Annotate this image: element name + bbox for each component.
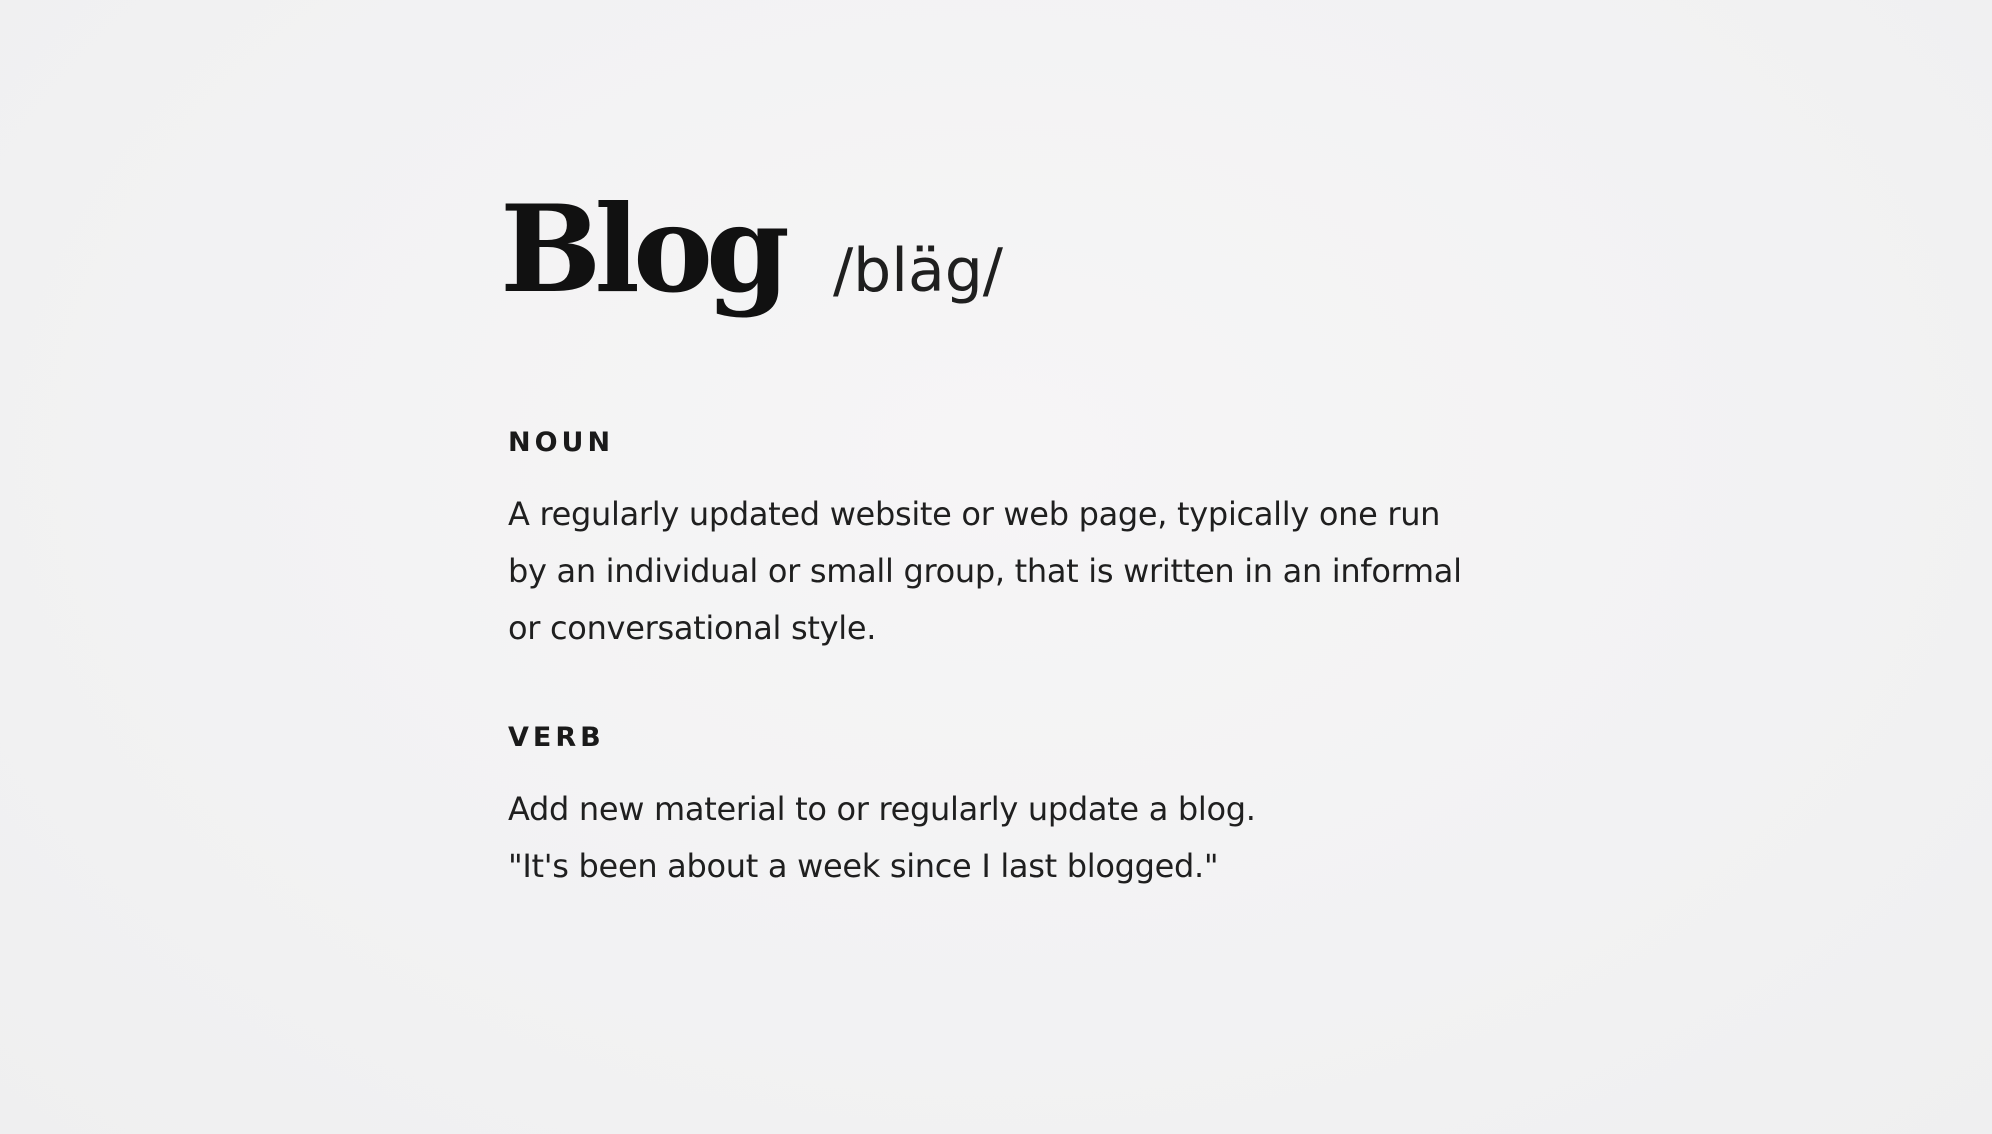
noun-definition-line: by an individual or small group, that is… <box>508 552 1462 590</box>
verb-example: "It's been about a week since I last blo… <box>508 847 1219 885</box>
page-background: Blog /bläg/ NOUN A regularly updated web… <box>0 0 1992 1134</box>
verb-definition-text: Add new material to or regularly update … <box>508 790 1256 828</box>
noun-definition-line: or conversational style. <box>508 609 877 647</box>
headword-row: Blog /bläg/ <box>500 190 1500 340</box>
pronunciation: /bläg/ <box>832 236 1004 306</box>
verb-definition: Add new material to or regularly update … <box>508 781 1500 895</box>
dictionary-entry: Blog /bläg/ NOUN A regularly updated web… <box>500 190 1500 895</box>
noun-definition-line: A regularly updated website or web page,… <box>508 495 1441 533</box>
noun-label: NOUN <box>508 427 615 458</box>
verb-label: VERB <box>508 722 605 753</box>
noun-definition: A regularly updated website or web page,… <box>508 486 1498 657</box>
noun-section: NOUN A regularly updated website or web … <box>508 427 1500 657</box>
verb-section: VERB Add new material to or regularly up… <box>508 722 1500 895</box>
headword: Blog <box>500 179 790 320</box>
